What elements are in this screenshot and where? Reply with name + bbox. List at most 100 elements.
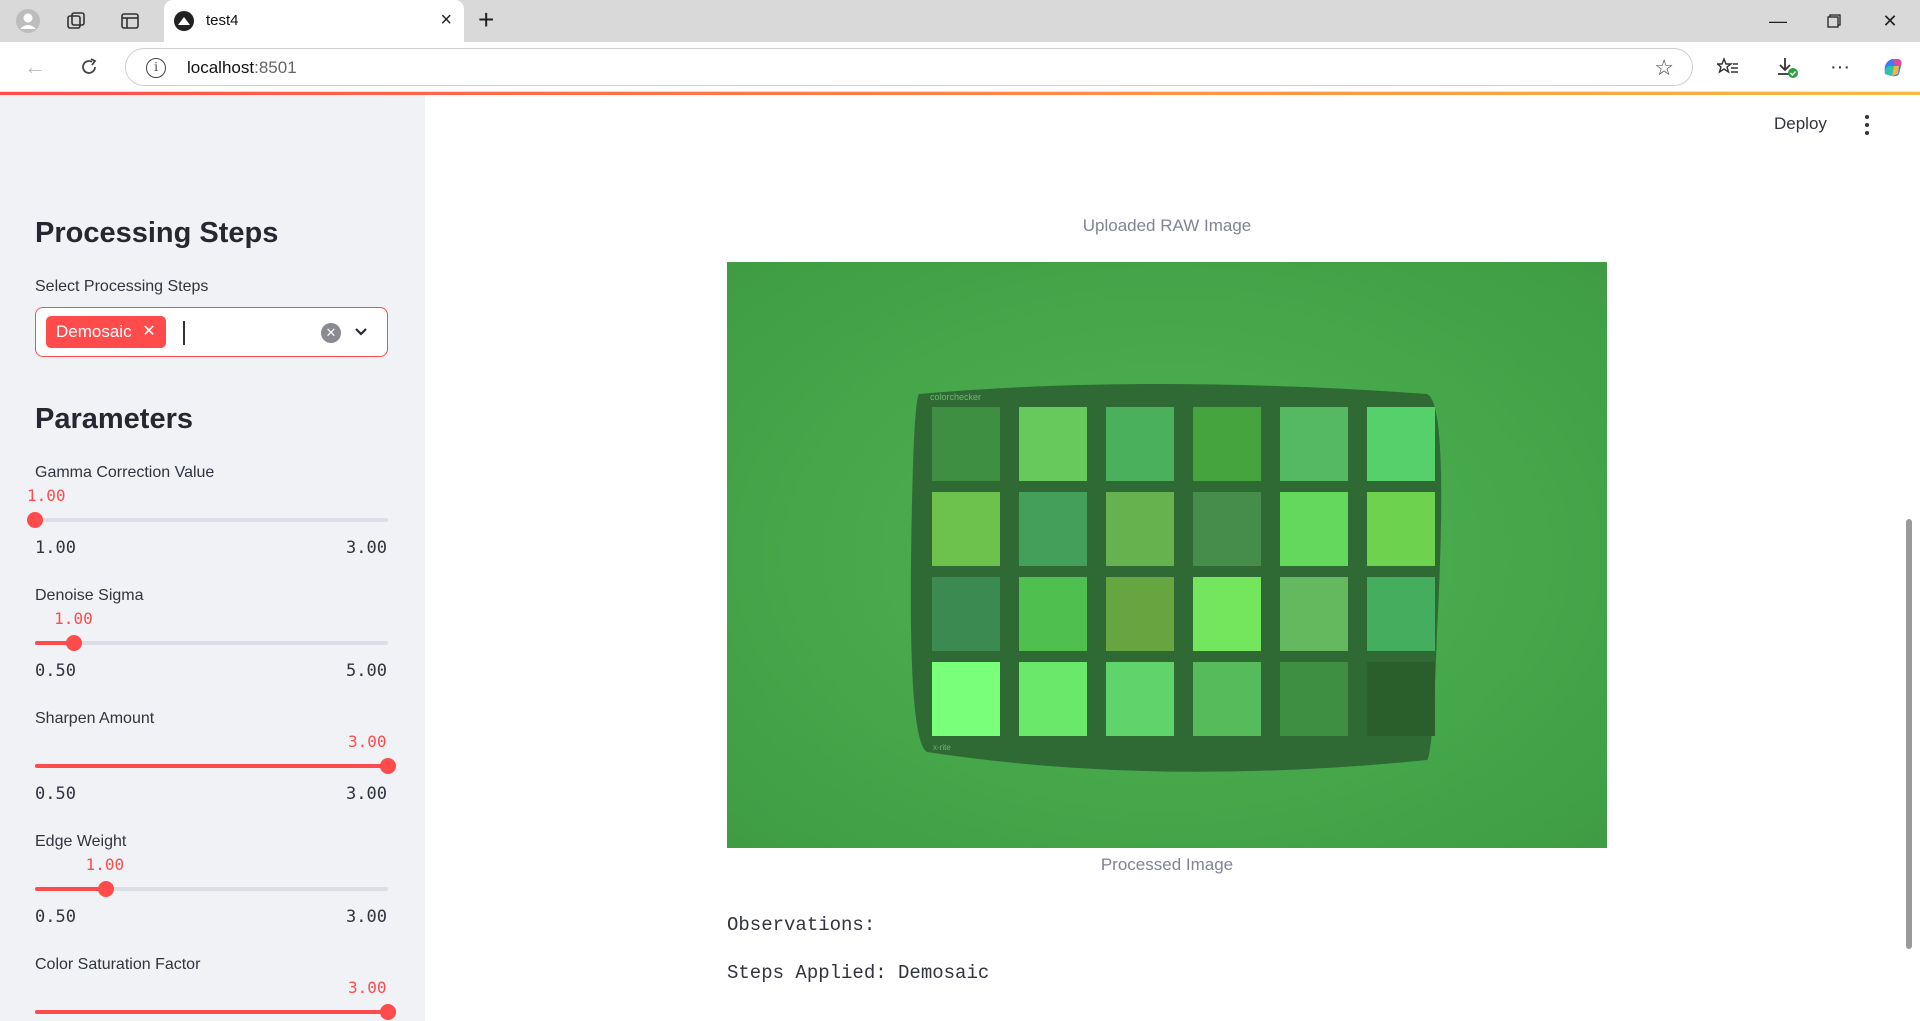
window-close-icon[interactable]: ✕ [1868, 7, 1912, 35]
color-patch [1019, 492, 1087, 566]
new-tab-icon[interactable]: + [478, 4, 494, 36]
color-patch [1019, 407, 1087, 481]
address-bar-row: ← i localhost:8501 ☆ ··· [0, 42, 1920, 92]
color-patch [1280, 407, 1348, 481]
gamma-slider-thumb[interactable] [27, 512, 43, 528]
edge-weight-min: 0.50 [35, 907, 76, 927]
processed-image-caption: Processed Image [1100, 855, 1234, 874]
denoise-min: 0.50 [35, 661, 76, 681]
favorite-star-icon[interactable]: ☆ [1654, 55, 1674, 81]
sharpen-label: Sharpen Amount [35, 710, 155, 727]
parameters-heading: Parameters [35, 403, 193, 435]
downloads-icon[interactable] [1772, 52, 1802, 82]
streamlit-app: Processing Steps Select Processing Steps… [0, 92, 1920, 1021]
color-patch [1193, 577, 1261, 651]
text-caret [183, 321, 185, 345]
sharpen-slider-fill [35, 764, 388, 768]
gamma-min: 1.00 [35, 538, 76, 558]
gamma-slider[interactable] [27, 512, 388, 528]
sharpen-min: 0.50 [35, 784, 76, 804]
edge-weight-label: Edge Weight [35, 833, 127, 850]
back-icon[interactable]: ← [20, 52, 50, 82]
selected-step-chip: Demosaic ✕ [46, 316, 166, 348]
denoise-label: Denoise Sigma [35, 587, 144, 604]
saturation-label: Color Saturation Factor [35, 956, 201, 973]
color-patch [1106, 407, 1174, 481]
color-patch [1106, 662, 1174, 736]
minimize-icon[interactable]: — [1756, 7, 1800, 35]
tab-title: test4 [206, 12, 239, 29]
steps-applied-text: Steps Applied: Demosaic [727, 962, 990, 984]
edge-weight-value: 1.00 [85, 855, 125, 874]
gamma-label: Gamma Correction Value [35, 464, 215, 481]
more-options-icon[interactable]: ··· [1825, 52, 1855, 82]
main-content: Deploy Uploaded RAW Image colorchecker x… [425, 95, 1920, 1021]
restore-icon[interactable] [1812, 7, 1856, 35]
deploy-button[interactable]: Deploy [1774, 114, 1827, 134]
edge-weight-slider-thumb[interactable] [97, 881, 114, 897]
color-patch [1019, 662, 1087, 736]
saturation-slider-thumb[interactable] [380, 1004, 396, 1020]
saturation-slider-fill [35, 1010, 388, 1014]
main-scrollbar[interactable] [1906, 519, 1912, 949]
browser-tab-bar: test4 × + — ✕ [0, 0, 1920, 42]
workspaces-icon[interactable] [62, 7, 90, 35]
color-patch [1193, 662, 1261, 736]
color-patch [1367, 407, 1435, 481]
site-info-icon[interactable]: i [146, 58, 166, 78]
profile-icon[interactable] [14, 7, 42, 35]
refresh-icon[interactable] [74, 52, 104, 82]
processed-image: colorchecker x-rite [727, 262, 1607, 848]
processing-steps-heading: Processing Steps [35, 217, 279, 249]
sharpen-slider[interactable] [35, 758, 396, 774]
color-patch [1280, 492, 1348, 566]
copilot-icon[interactable] [1878, 52, 1908, 82]
url-host: localhost [187, 58, 255, 77]
chip-remove-icon[interactable]: ✕ [142, 316, 155, 348]
saturation-slider[interactable] [35, 1004, 396, 1020]
clear-all-icon[interactable]: ✕ [321, 323, 341, 343]
color-patch [1106, 492, 1174, 566]
color-patch [1367, 492, 1435, 566]
edge-weight-slider[interactable] [35, 881, 388, 897]
uploaded-image-caption: Uploaded RAW Image [1082, 216, 1252, 235]
color-patch [1280, 577, 1348, 651]
color-patch [1280, 662, 1348, 736]
denoise-slider[interactable] [35, 635, 388, 651]
favorites-icon[interactable] [1713, 52, 1743, 82]
denoise-max: 5.00 [346, 661, 387, 681]
color-patch [932, 662, 1000, 736]
color-patch [932, 492, 1000, 566]
url-port: :8501 [254, 58, 297, 77]
color-patch [932, 407, 1000, 481]
color-patch [1019, 577, 1087, 651]
gamma-value: 1.00 [27, 486, 66, 505]
edge-weight-slider-fill [35, 887, 106, 891]
tab-close-icon[interactable]: × [440, 9, 452, 32]
sidebar: Processing Steps Select Processing Steps… [0, 95, 425, 1021]
observations-text: Observations: [727, 914, 876, 936]
color-patch [1367, 577, 1435, 651]
denoise-slider-thumb[interactable] [66, 635, 83, 651]
chevron-down-icon[interactable] [351, 321, 371, 341]
processing-steps-multiselect[interactable]: Demosaic ✕ ✕ [35, 307, 388, 357]
main-menu-icon[interactable] [1861, 113, 1873, 137]
edge-weight-max: 3.00 [346, 907, 387, 927]
denoise-value: 1.00 [54, 609, 93, 628]
url-input[interactable]: i localhost:8501 ☆ [125, 48, 1693, 86]
color-patch [1367, 662, 1435, 736]
streamlit-favicon-icon [174, 11, 194, 31]
color-patch [1106, 577, 1174, 651]
sharpen-slider-thumb[interactable] [380, 758, 396, 774]
svg-text:colorchecker: colorchecker [930, 392, 981, 402]
chip-label: Demosaic [56, 322, 132, 341]
vertical-tabs-icon[interactable] [116, 7, 144, 35]
color-patch [932, 577, 1000, 651]
svg-text:x-rite: x-rite [933, 743, 951, 752]
sharpen-value: 3.00 [348, 732, 387, 751]
sharpen-max: 3.00 [346, 784, 387, 804]
saturation-value: 3.00 [348, 978, 387, 997]
color-patch [1193, 492, 1261, 566]
browser-tab-active[interactable]: test4 × [164, 0, 464, 42]
color-patch [1193, 407, 1261, 481]
